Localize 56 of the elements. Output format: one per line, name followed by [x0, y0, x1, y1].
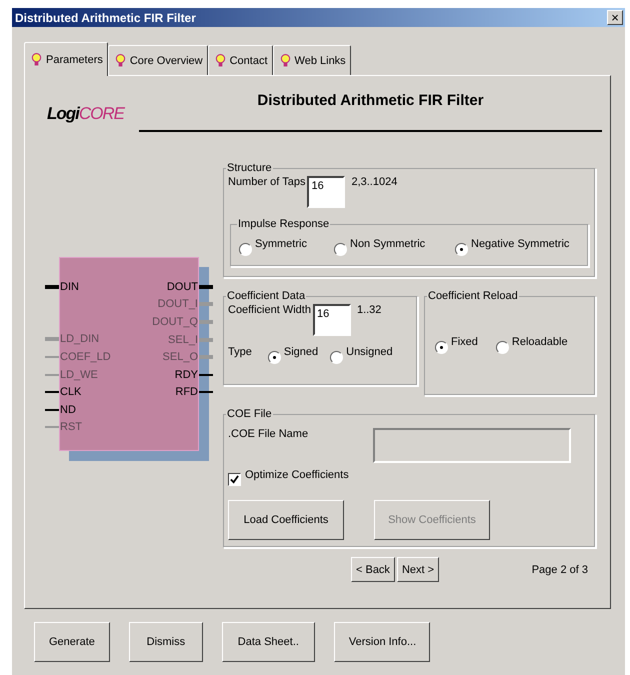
- radio-button[interactable]: Symmetric: [239, 238, 334, 256]
- heading: Distributed Arithmetic FIR Filter: [139, 92, 602, 132]
- pin-label: DOUT_I: [158, 298, 198, 310]
- field-label: .COE File Name: [228, 428, 308, 442]
- radio-button[interactable]: Signed: [268, 346, 318, 364]
- tab[interactable]: Web Links: [272, 45, 351, 75]
- pin-label: RDY: [174, 368, 198, 381]
- pin-label: DOUT_Q: [152, 316, 198, 328]
- pin-label: SEL_I: [168, 334, 198, 346]
- action-button[interactable]: Load Coefficients: [228, 500, 344, 540]
- pin-label: CLK: [60, 386, 82, 398]
- input-field[interactable]: 16: [312, 304, 351, 336]
- field-label: Coefficient Width: [228, 304, 311, 316]
- dialog-button[interactable]: Version Info...: [334, 622, 430, 662]
- group-label: Impulse Response: [237, 218, 330, 230]
- pin-label: ND: [60, 404, 76, 416]
- lightbulb-icon: [214, 53, 226, 68]
- group-label: Structure: [226, 162, 273, 174]
- radio-button[interactable]: Negative Symmetric: [455, 238, 570, 256]
- dialog-button[interactable]: Generate: [34, 622, 110, 662]
- pin-label: LD_DIN: [60, 333, 100, 346]
- tab[interactable]: Core Overview: [108, 45, 208, 75]
- lightbulb-icon: [114, 53, 126, 68]
- next-button[interactable]: Next >: [396, 557, 440, 582]
- group-label: Coefficient Reload: [427, 290, 519, 302]
- dialog-button[interactable]: Data Sheet..: [222, 622, 315, 662]
- lightbulb-icon: [31, 52, 42, 67]
- tab[interactable]: Contact: [208, 45, 273, 75]
- lightbulb-icon: [280, 53, 291, 68]
- field-label: Number of Taps: [228, 176, 306, 188]
- close-button[interactable]: ×: [607, 10, 623, 25]
- pin-label: RFD: [175, 386, 198, 398]
- dialog-button[interactable]: Dismiss: [128, 622, 203, 662]
- pin-label: SEL_O: [162, 351, 198, 364]
- field-label: Type: [228, 346, 252, 360]
- radio-button[interactable]: Non Symmetric: [334, 238, 455, 256]
- radio-button[interactable]: Fixed: [435, 336, 478, 354]
- radio-button[interactable]: Unsigned: [330, 346, 393, 364]
- checkbox[interactable]: [228, 473, 241, 486]
- input-field[interactable]: 16: [307, 176, 346, 208]
- logo: LogiCORE: [47, 104, 126, 124]
- pin-label: LD_WE: [60, 368, 98, 381]
- range-hint: 1..32: [356, 304, 382, 316]
- back-button[interactable]: < Back: [351, 557, 395, 582]
- tab[interactable]: Parameters: [24, 42, 108, 76]
- range-hint: 2,3..1024: [351, 176, 398, 188]
- pin-label: DOUT: [166, 280, 198, 293]
- pin-label: RST: [60, 421, 82, 434]
- group-label: Coefficient Data: [226, 290, 306, 302]
- group-label: COE File: [226, 408, 273, 420]
- page-indicator: Page 2 of 3: [532, 564, 588, 576]
- checkbox-label: Optimize Coefficients: [245, 469, 349, 481]
- window-title: Distributed Arithmetic FIR Filter: [15, 10, 196, 24]
- pin-label: COEF_LD: [60, 350, 111, 363]
- radio-button[interactable]: Reloadable: [496, 336, 568, 354]
- pin-label: DIN: [60, 280, 79, 293]
